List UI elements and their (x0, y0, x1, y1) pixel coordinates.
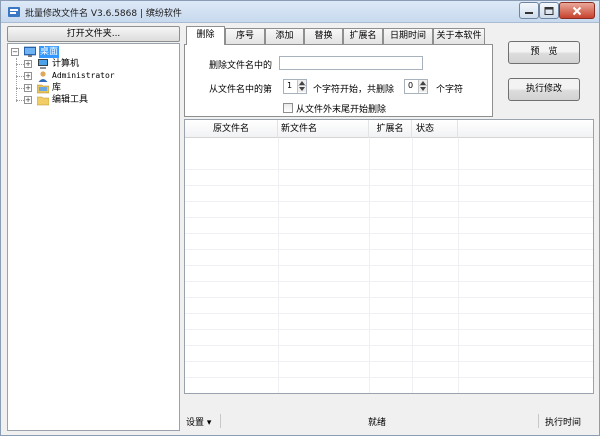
folder-pane: 打开文件夹... − 桌面 + 计算机 + Administrator + 库 … (7, 26, 180, 431)
from-end-label: 从文件外末尾开始删除 (296, 105, 387, 115)
tab-about[interactable]: 关于本软件 (433, 28, 485, 44)
empty-row (185, 330, 593, 346)
column-status[interactable]: 状态 (412, 120, 458, 138)
column-new-name[interactable]: 新文件名 (278, 120, 369, 138)
tree-item-label: 库 (52, 83, 62, 93)
tree-item-desktop[interactable]: − 桌面 (11, 46, 111, 58)
expand-icon[interactable]: + (24, 72, 32, 80)
empty-row (185, 170, 593, 186)
list-header: 原文件名 新文件名 扩展名 状态 (185, 120, 593, 138)
tree-item-label: 计算机 (52, 59, 80, 69)
expand-icon[interactable]: + (24, 84, 32, 92)
chars-start-label: 个字符开始，共删除 (313, 85, 395, 95)
chevron-down-icon (299, 87, 305, 91)
desktop-icon (24, 46, 36, 57)
start-position-value: 1 (287, 81, 293, 90)
chevron-down-icon (420, 87, 426, 91)
empty-row (185, 362, 593, 378)
tab-sequence[interactable]: 序号 (225, 28, 265, 44)
tree-item-label: 编辑工具 (52, 95, 89, 105)
minimize-icon (525, 11, 533, 14)
tab-delete[interactable]: 删除 (186, 26, 225, 45)
empty-row (185, 218, 593, 234)
spin-down-button[interactable] (419, 86, 427, 92)
delete-in-name-label: 删除文件名中的 (209, 61, 273, 71)
app-window: 批量修改文件名 V3.6.5868 | 缤纷软件 打开文件夹... − 桌面 +… (0, 0, 600, 436)
app-icon (8, 7, 20, 17)
empty-row (185, 186, 593, 202)
delete-count-spinner[interactable]: 0 (404, 79, 428, 94)
window-title: 批量修改文件名 V3.6.5868 | 缤纷软件 (25, 9, 182, 19)
close-button[interactable] (559, 2, 595, 19)
from-end-checkbox[interactable] (283, 103, 293, 113)
empty-row (185, 282, 593, 298)
tree-item-edit-tools[interactable]: + 编辑工具 (24, 94, 124, 106)
exec-time-label: 执行时间 (545, 418, 582, 428)
from-position-label: 从文件名中的第 (209, 85, 273, 95)
start-position-spinner[interactable]: 1 (283, 79, 307, 94)
delete-text-input[interactable] (279, 56, 423, 70)
empty-row (185, 314, 593, 330)
empty-row (185, 298, 593, 314)
maximize-button[interactable] (539, 2, 559, 19)
expand-icon[interactable]: + (24, 96, 32, 104)
status-separator (220, 414, 221, 428)
tab-add[interactable]: 添加 (265, 28, 304, 44)
chevron-up-icon (299, 81, 305, 85)
folder-tree[interactable]: − 桌面 + 计算机 + Administrator + 库 + 编辑工具 (7, 43, 180, 431)
tree-item-computer[interactable]: + 计算机 (24, 58, 134, 70)
maximize-icon (544, 6, 554, 15)
tree-item-library[interactable]: + 库 (24, 82, 104, 94)
column-original-name[interactable]: 原文件名 (185, 120, 278, 138)
status-separator (538, 414, 539, 428)
chars-label: 个字符 (436, 85, 464, 95)
file-list[interactable]: 原文件名 新文件名 扩展名 状态 (184, 119, 594, 394)
empty-row (185, 202, 593, 218)
collapse-icon[interactable]: − (11, 48, 19, 56)
minimize-button[interactable] (519, 2, 539, 19)
tab-replace[interactable]: 替换 (304, 28, 343, 44)
user-folder-icon (38, 71, 48, 82)
tab-datetime[interactable]: 日期时间 (383, 28, 433, 44)
empty-row (185, 378, 593, 393)
tab-extension[interactable]: 扩展名 (343, 28, 383, 44)
empty-row (185, 154, 593, 170)
empty-row (185, 266, 593, 282)
settings-menu[interactable]: 设置 ▾ (186, 415, 211, 428)
status-text: 就绪 (368, 418, 387, 428)
tree-item-administrator[interactable]: + Administrator (24, 70, 164, 82)
expand-icon[interactable]: + (24, 60, 32, 68)
spin-down-button[interactable] (298, 86, 306, 92)
execute-button[interactable]: 执行修改 (508, 78, 580, 101)
computer-icon (38, 59, 48, 69)
title-bar[interactable]: 批量修改文件名 V3.6.5868 | 缤纷软件 (1, 1, 599, 23)
preview-button[interactable]: 预 览 (508, 41, 580, 64)
delete-count-value: 0 (408, 81, 414, 90)
status-bar: 设置 ▾ 就绪 执行时间 (184, 412, 594, 430)
open-folder-button[interactable]: 打开文件夹... (7, 26, 180, 42)
folder-icon (37, 96, 49, 106)
tree-item-label: 桌面 (39, 46, 60, 58)
tree-item-label: Administrator (52, 71, 115, 80)
library-icon (37, 84, 49, 94)
column-extension[interactable]: 扩展名 (369, 120, 412, 138)
empty-row (185, 250, 593, 266)
empty-row (185, 346, 593, 362)
empty-row (185, 234, 593, 250)
chevron-up-icon (420, 81, 426, 85)
close-icon (572, 6, 582, 15)
